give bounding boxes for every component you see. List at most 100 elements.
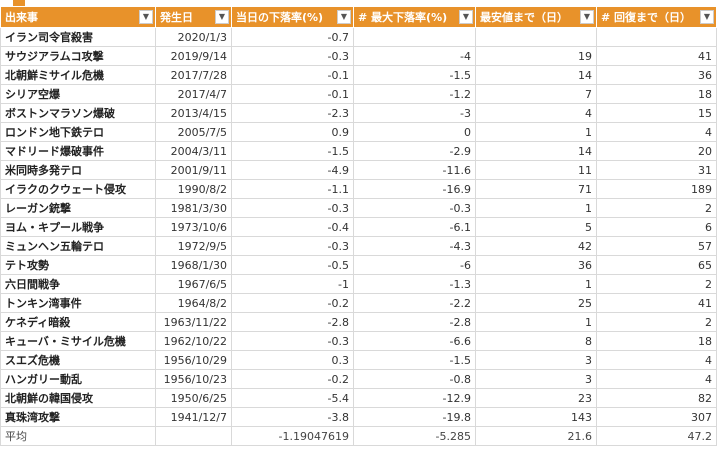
table-cell[interactable]: 米同時多発テロ — [0, 160, 156, 180]
table-cell[interactable]: -0.3 — [231, 198, 354, 218]
table-cell[interactable]: 1962/10/22 — [155, 331, 232, 351]
table-cell[interactable]: -1.2 — [353, 84, 476, 104]
table-cell[interactable]: 42 — [475, 236, 597, 256]
table-cell[interactable]: ヨム・キプール戦争 — [0, 217, 156, 237]
table-cell[interactable]: -3 — [353, 103, 476, 123]
table-cell[interactable]: -0.3 — [231, 236, 354, 256]
table-cell[interactable]: 2004/3/11 — [155, 141, 232, 161]
table-cell[interactable]: 5 — [475, 217, 597, 237]
table-cell[interactable]: 2017/4/7 — [155, 84, 232, 104]
table-cell[interactable]: 平均 — [0, 426, 156, 446]
table-cell[interactable]: ケネディ暗殺 — [0, 312, 156, 332]
table-cell[interactable]: -16.9 — [353, 179, 476, 199]
table-cell[interactable]: テト攻勢 — [0, 255, 156, 275]
table-cell[interactable]: 143 — [475, 407, 597, 427]
table-cell[interactable]: ハンガリー動乱 — [0, 369, 156, 389]
table-cell[interactable]: -2.2 — [353, 293, 476, 313]
table-cell[interactable]: 36 — [596, 65, 717, 85]
table-cell[interactable]: 7 — [475, 84, 597, 104]
table-cell[interactable]: -4.9 — [231, 160, 354, 180]
table-cell[interactable]: 3 — [475, 369, 597, 389]
table-cell[interactable]: 19 — [475, 46, 597, 66]
table-cell[interactable] — [596, 27, 717, 47]
table-cell[interactable]: 1956/10/29 — [155, 350, 232, 370]
table-cell[interactable]: 31 — [596, 160, 717, 180]
table-cell[interactable]: 0.9 — [231, 122, 354, 142]
table-cell[interactable]: -0.2 — [231, 369, 354, 389]
table-cell[interactable]: -1.1 — [231, 179, 354, 199]
table-cell[interactable] — [155, 426, 232, 446]
table-cell[interactable]: 2001/9/11 — [155, 160, 232, 180]
table-cell[interactable]: -2.3 — [231, 103, 354, 123]
table-cell[interactable]: 1967/6/5 — [155, 274, 232, 294]
table-cell[interactable]: 307 — [596, 407, 717, 427]
table-cell[interactable]: 1981/3/30 — [155, 198, 232, 218]
table-cell[interactable]: -6.6 — [353, 331, 476, 351]
table-cell[interactable]: 1 — [475, 274, 597, 294]
table-cell[interactable]: 真珠湾攻撃 — [0, 407, 156, 427]
table-cell[interactable]: 15 — [596, 103, 717, 123]
table-cell[interactable]: -0.2 — [231, 293, 354, 313]
table-cell[interactable]: 2005/7/5 — [155, 122, 232, 142]
table-cell[interactable]: 4 — [475, 103, 597, 123]
table-cell[interactable]: -1.5 — [353, 65, 476, 85]
table-cell[interactable]: スエズ危機 — [0, 350, 156, 370]
table-cell[interactable]: -0.3 — [231, 46, 354, 66]
table-cell[interactable]: イラン司令官殺害 — [0, 27, 156, 47]
table-cell[interactable]: 4 — [596, 122, 717, 142]
table-cell[interactable]: 3 — [475, 350, 597, 370]
table-cell[interactable]: -0.8 — [353, 369, 476, 389]
table-cell[interactable]: 189 — [596, 179, 717, 199]
table-cell[interactable]: 六日間戦争 — [0, 274, 156, 294]
table-cell[interactable]: レーガン銃撃 — [0, 198, 156, 218]
table-cell[interactable]: 1956/10/23 — [155, 369, 232, 389]
table-cell[interactable]: -19.8 — [353, 407, 476, 427]
table-cell[interactable]: 23 — [475, 388, 597, 408]
table-cell[interactable]: -5.4 — [231, 388, 354, 408]
table-cell[interactable]: 0 — [353, 122, 476, 142]
table-cell[interactable]: 41 — [596, 293, 717, 313]
table-cell[interactable]: -6.1 — [353, 217, 476, 237]
table-cell[interactable]: 14 — [475, 65, 597, 85]
table-cell[interactable]: -4 — [353, 46, 476, 66]
table-cell[interactable]: -0.1 — [231, 84, 354, 104]
table-cell[interactable] — [475, 27, 597, 47]
filter-dropdown-icon[interactable]: ▼ — [580, 10, 594, 24]
filter-dropdown-icon[interactable]: ▼ — [459, 10, 473, 24]
table-cell[interactable]: 20 — [596, 141, 717, 161]
table-cell[interactable]: -5.285 — [353, 426, 476, 446]
table-cell[interactable]: 14 — [475, 141, 597, 161]
filter-dropdown-icon[interactable]: ▼ — [215, 10, 229, 24]
table-cell[interactable] — [353, 27, 476, 47]
table-cell[interactable]: 71 — [475, 179, 597, 199]
table-cell[interactable]: ロンドン地下鉄テロ — [0, 122, 156, 142]
table-cell[interactable]: -1.19047619 — [231, 426, 354, 446]
filter-dropdown-icon[interactable]: ▼ — [337, 10, 351, 24]
table-cell[interactable]: 1964/8/2 — [155, 293, 232, 313]
table-cell[interactable]: 2 — [596, 312, 717, 332]
table-cell[interactable]: 82 — [596, 388, 717, 408]
table-cell[interactable]: 北朝鮮ミサイル危機 — [0, 65, 156, 85]
table-cell[interactable]: -3.8 — [231, 407, 354, 427]
table-cell[interactable]: -0.4 — [231, 217, 354, 237]
table-cell[interactable]: 36 — [475, 255, 597, 275]
table-cell[interactable]: 2 — [596, 198, 717, 218]
table-cell[interactable]: -0.3 — [231, 331, 354, 351]
table-cell[interactable]: キューバ・ミサイル危機 — [0, 331, 156, 351]
table-cell[interactable]: 47.2 — [596, 426, 717, 446]
table-cell[interactable]: 4 — [596, 350, 717, 370]
table-cell[interactable]: -0.5 — [231, 255, 354, 275]
table-cell[interactable]: イラクのクウェート侵攻 — [0, 179, 156, 199]
table-cell[interactable]: -0.3 — [353, 198, 476, 218]
table-cell[interactable]: トンキン湾事件 — [0, 293, 156, 313]
table-cell[interactable]: -0.1 — [231, 65, 354, 85]
table-cell[interactable]: -2.9 — [353, 141, 476, 161]
table-cell[interactable]: 2020/1/3 — [155, 27, 232, 47]
table-cell[interactable]: 1950/6/25 — [155, 388, 232, 408]
table-cell[interactable]: 11 — [475, 160, 597, 180]
table-cell[interactable]: -6 — [353, 255, 476, 275]
table-cell[interactable]: -0.7 — [231, 27, 354, 47]
table-cell[interactable]: 4 — [596, 369, 717, 389]
table-cell[interactable]: -12.9 — [353, 388, 476, 408]
table-cell[interactable]: ミュンヘン五輪テロ — [0, 236, 156, 256]
